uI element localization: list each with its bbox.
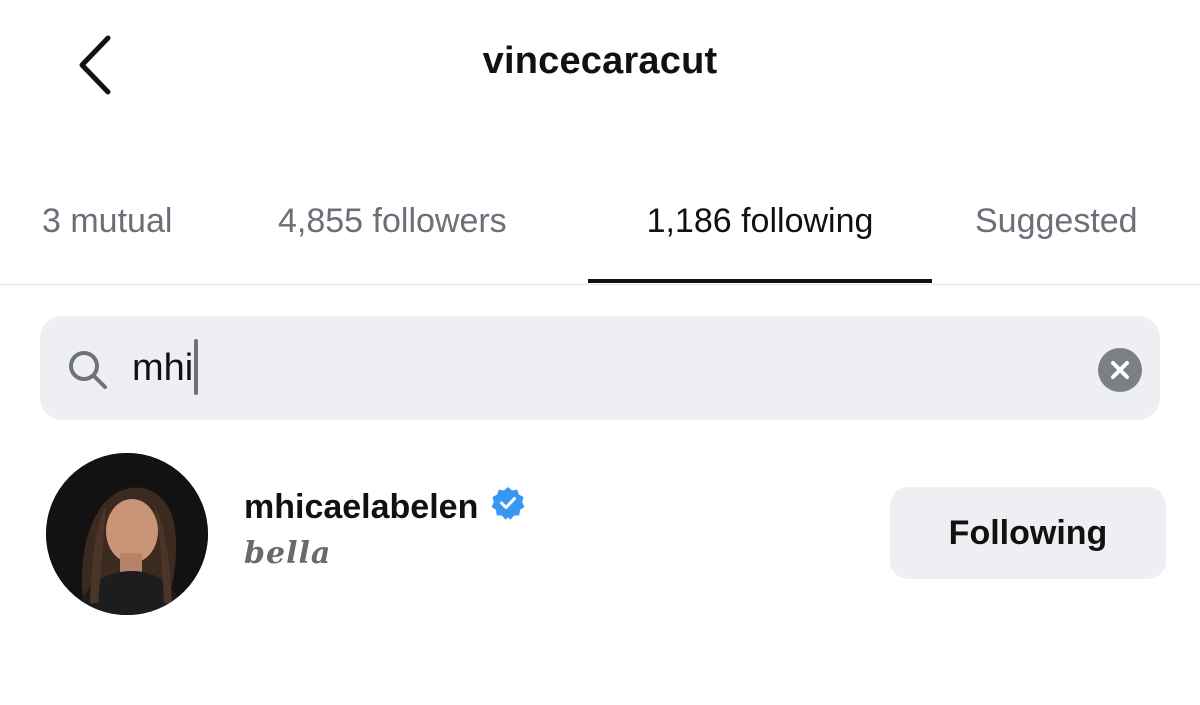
avatar[interactable] xyxy=(46,453,208,615)
following-list-screen: vincecaracut 3 mutual 4,855 followers 1,… xyxy=(0,0,1200,705)
list-item[interactable]: mhicaelabelen bella Following xyxy=(0,450,1200,620)
following-button[interactable]: Following xyxy=(890,487,1166,579)
search-input-value: mhi xyxy=(132,347,194,389)
active-tab-indicator xyxy=(588,279,932,283)
bio-text: bella xyxy=(244,536,332,571)
search-bar[interactable] xyxy=(40,316,1160,420)
tab-mutual[interactable]: 3 mutual xyxy=(42,190,172,284)
search-input[interactable]: mhi xyxy=(132,338,199,398)
tab-followers[interactable]: 4,855 followers xyxy=(278,190,507,284)
clear-icon xyxy=(1098,348,1142,392)
username-line: mhicaelabelen xyxy=(244,486,525,527)
tab-suggested[interactable]: Suggested xyxy=(975,190,1138,284)
verified-badge-icon xyxy=(491,486,525,525)
username[interactable]: mhicaelabelen xyxy=(244,488,478,526)
text-cursor xyxy=(194,338,199,395)
page-title: vincecaracut xyxy=(482,40,718,82)
search-icon xyxy=(66,348,110,397)
tab-bar: 3 mutual 4,855 followers 1,186 following… xyxy=(0,190,1200,285)
tab-following[interactable]: 1,186 following xyxy=(588,190,932,284)
clear-search-button[interactable] xyxy=(1098,348,1142,392)
